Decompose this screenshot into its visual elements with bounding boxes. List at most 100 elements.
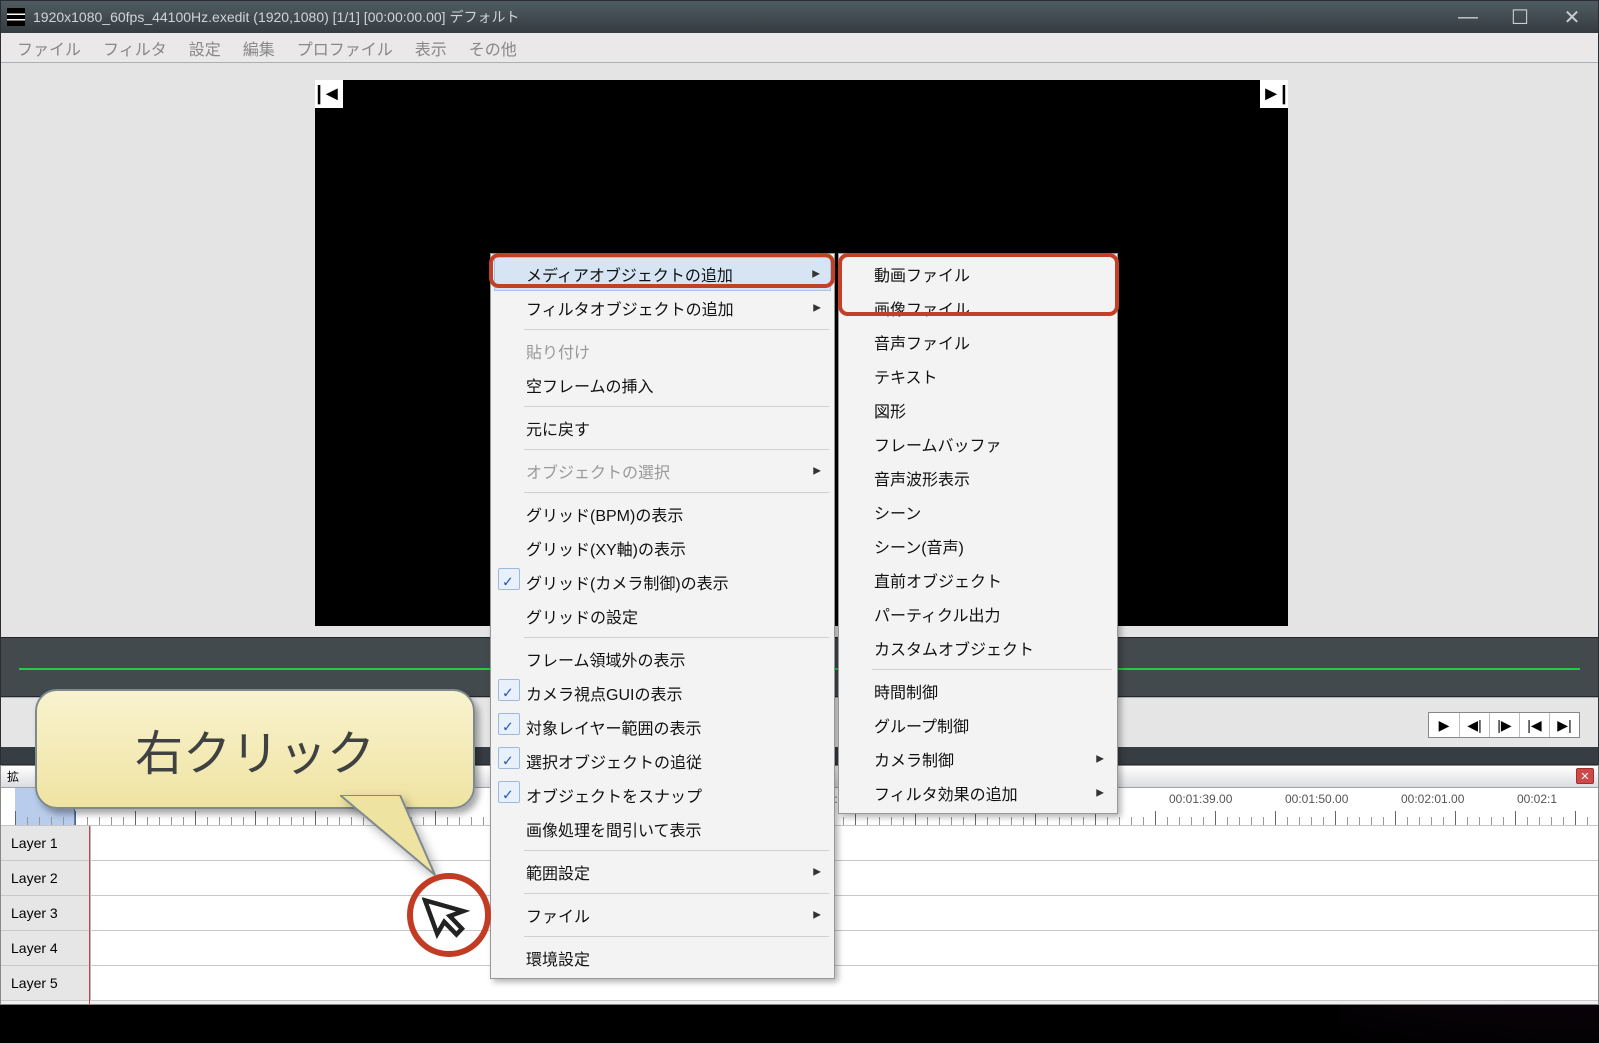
menu-separator bbox=[524, 406, 829, 407]
callout-bubble: 右クリック bbox=[35, 689, 475, 809]
context-menu-item-label: 時間制御 bbox=[874, 685, 938, 702]
context-menu-item[interactable]: フィルタ効果の追加 bbox=[842, 776, 1114, 810]
context-menu-item[interactable]: 音声波形表示 bbox=[842, 461, 1114, 495]
layer-track[interactable] bbox=[91, 826, 1598, 860]
menu-separator bbox=[524, 936, 829, 937]
context-menu-item-label: シーン(音声) bbox=[874, 540, 964, 557]
context-menu-item[interactable]: ✓グリッド(カメラ制御)の表示 bbox=[494, 565, 831, 599]
menu-separator bbox=[524, 492, 829, 493]
menu-separator bbox=[524, 893, 829, 894]
next-frame-icon[interactable]: ►| bbox=[1260, 80, 1288, 108]
context-menu-item[interactable]: ✓ オブジェクトをスナップ bbox=[494, 778, 831, 812]
context-menu-item[interactable]: フレームバッファ bbox=[842, 427, 1114, 461]
context-menu-item[interactable]: ✓対象レイヤー範囲の表示 bbox=[494, 710, 831, 744]
transport-button-2[interactable]: |▶ bbox=[1489, 713, 1519, 737]
ruler-time-label: 00:02:1 bbox=[1517, 792, 1557, 806]
layer-label[interactable]: Layer 4 bbox=[1, 931, 91, 965]
menu-separator bbox=[524, 449, 829, 450]
layer-label[interactable]: Layer 3 bbox=[1, 896, 91, 930]
context-menu-item[interactable]: 元に戻す bbox=[494, 411, 831, 445]
context-menu-item[interactable]: パーティクル出力 bbox=[842, 597, 1114, 631]
menu-bar: ファイルフィルタ設定編集プロファイル表示その他 bbox=[1, 33, 1598, 63]
check-icon: ✓ bbox=[502, 753, 514, 770]
context-menu-item[interactable]: グリッド(XY軸)の表示 bbox=[494, 531, 831, 565]
layer-label[interactable]: Layer 1 bbox=[1, 826, 91, 860]
context-menu-item-label: カメラ視点GUIの表示 bbox=[526, 687, 682, 704]
context-menu-item: オブジェクトの選択 bbox=[494, 454, 831, 488]
context-menu-item-label: 元に戻す bbox=[526, 422, 590, 439]
layer-label[interactable]: Layer 2 bbox=[1, 861, 91, 895]
context-menu-item-label: グリッド(XY軸)の表示 bbox=[526, 542, 686, 559]
menu-separator bbox=[524, 637, 829, 638]
context-menu: メディアオブジェクトの追加フィルタオブジェクトの追加貼り付け空フレームの挿入元に… bbox=[490, 253, 835, 979]
prev-frame-icon[interactable]: |◄ bbox=[315, 80, 343, 108]
menu-item-5[interactable]: 表示 bbox=[407, 34, 455, 62]
menu-item-3[interactable]: 編集 bbox=[235, 34, 283, 62]
context-menu-item-label: 対象レイヤー範囲の表示 bbox=[526, 721, 702, 738]
context-menu-item[interactable]: フレーム領域外の表示 bbox=[494, 642, 831, 676]
transport-button-0[interactable]: ▶ bbox=[1429, 713, 1459, 737]
close-button[interactable]: ✕ bbox=[1552, 5, 1592, 29]
title-bar: 1920x1080_60fps_44100Hz.exedit (1920,108… bbox=[1, 1, 1598, 33]
menu-separator bbox=[872, 669, 1112, 670]
context-menu-item[interactable]: ファイル bbox=[494, 898, 831, 932]
context-menu-item-label: オブジェクトをスナップ bbox=[526, 789, 702, 806]
layer-track[interactable] bbox=[91, 861, 1598, 895]
context-menu-item[interactable]: 範囲設定 bbox=[494, 855, 831, 889]
context-menu-item[interactable]: 画像ファイル bbox=[842, 291, 1114, 325]
context-menu-item-label: シーン bbox=[874, 506, 921, 523]
context-menu-item-label: 画像ファイル bbox=[874, 302, 970, 319]
layer-track[interactable] bbox=[91, 896, 1598, 930]
cursor-indicator bbox=[407, 873, 491, 957]
context-menu-item[interactable]: 環境設定 bbox=[494, 941, 831, 975]
context-menu-item[interactable]: 音声ファイル bbox=[842, 325, 1114, 359]
context-menu-item[interactable]: シーン bbox=[842, 495, 1114, 529]
context-menu-item[interactable]: カメラ制御 bbox=[842, 742, 1114, 776]
context-menu-item[interactable]: ✓ カメラ視点GUIの表示 bbox=[494, 676, 831, 710]
layer-track[interactable] bbox=[91, 966, 1598, 1000]
context-menu-item: 貼り付け bbox=[494, 334, 831, 368]
check-icon: ✓ bbox=[502, 685, 514, 702]
context-menu-item-label: 図形 bbox=[874, 404, 906, 421]
menu-item-4[interactable]: プロファイル bbox=[289, 34, 401, 62]
ruler-time-label: 00:02:01.00 bbox=[1401, 792, 1464, 806]
maximize-button[interactable]: ☐ bbox=[1500, 5, 1540, 29]
context-menu-item[interactable]: フィルタオブジェクトの追加 bbox=[494, 291, 831, 325]
context-menu-item[interactable]: 動画ファイル bbox=[842, 257, 1114, 291]
transport-button-3[interactable]: |◀ bbox=[1519, 713, 1549, 737]
context-menu-item[interactable]: グリッド(BPM)の表示 bbox=[494, 497, 831, 531]
context-menu-item[interactable]: 画像処理を間引いて表示 bbox=[494, 812, 831, 846]
context-menu-item[interactable]: テキスト bbox=[842, 359, 1114, 393]
context-menu-item[interactable]: 直前オブジェクト bbox=[842, 563, 1114, 597]
check-icon: ✓ bbox=[502, 787, 514, 804]
context-menu-item[interactable]: シーン(音声) bbox=[842, 529, 1114, 563]
menu-separator bbox=[524, 850, 829, 851]
callout-text: 右クリック bbox=[135, 714, 375, 784]
context-menu-item-label: 動画ファイル bbox=[874, 268, 970, 285]
context-menu-item[interactable]: 図形 bbox=[842, 393, 1114, 427]
layer-label[interactable]: Layer 5 bbox=[1, 966, 91, 1000]
context-menu-item-label: グリッド(BPM)の表示 bbox=[526, 508, 683, 525]
timeline-close-button[interactable]: ✕ bbox=[1576, 768, 1594, 784]
context-menu-item[interactable]: 空フレームの挿入 bbox=[494, 368, 831, 402]
menu-item-6[interactable]: その他 bbox=[461, 34, 525, 62]
transport-button-4[interactable]: ▶| bbox=[1549, 713, 1579, 737]
context-menu-item[interactable]: ✓選択オブジェクトの追従 bbox=[494, 744, 831, 778]
context-menu-item[interactable]: グリッドの設定 bbox=[494, 599, 831, 633]
context-menu-item[interactable]: メディアオブジェクトの追加 bbox=[494, 257, 831, 291]
context-menu-item-label: フィルタ効果の追加 bbox=[874, 787, 1018, 804]
context-menu-item[interactable]: 時間制御 bbox=[842, 674, 1114, 708]
transport-button-1[interactable]: ◀| bbox=[1459, 713, 1489, 737]
context-menu-item[interactable]: グループ制御 bbox=[842, 708, 1114, 742]
decorative-strip bbox=[1058, 766, 1598, 788]
minimize-button[interactable]: — bbox=[1448, 5, 1488, 29]
menu-item-1[interactable]: フィルタ bbox=[95, 34, 175, 62]
context-menu-item-label: 空フレームの挿入 bbox=[526, 379, 654, 396]
menu-item-0[interactable]: ファイル bbox=[9, 34, 89, 62]
menu-item-2[interactable]: 設定 bbox=[181, 34, 229, 62]
context-menu-item-label: 音声ファイル bbox=[874, 336, 970, 353]
context-menu-item-label: フレーム領域外の表示 bbox=[526, 653, 686, 670]
context-menu-item[interactable]: カスタムオブジェクト bbox=[842, 631, 1114, 665]
layer-track[interactable] bbox=[91, 931, 1598, 965]
context-menu-item-label: 貼り付け bbox=[526, 345, 590, 362]
